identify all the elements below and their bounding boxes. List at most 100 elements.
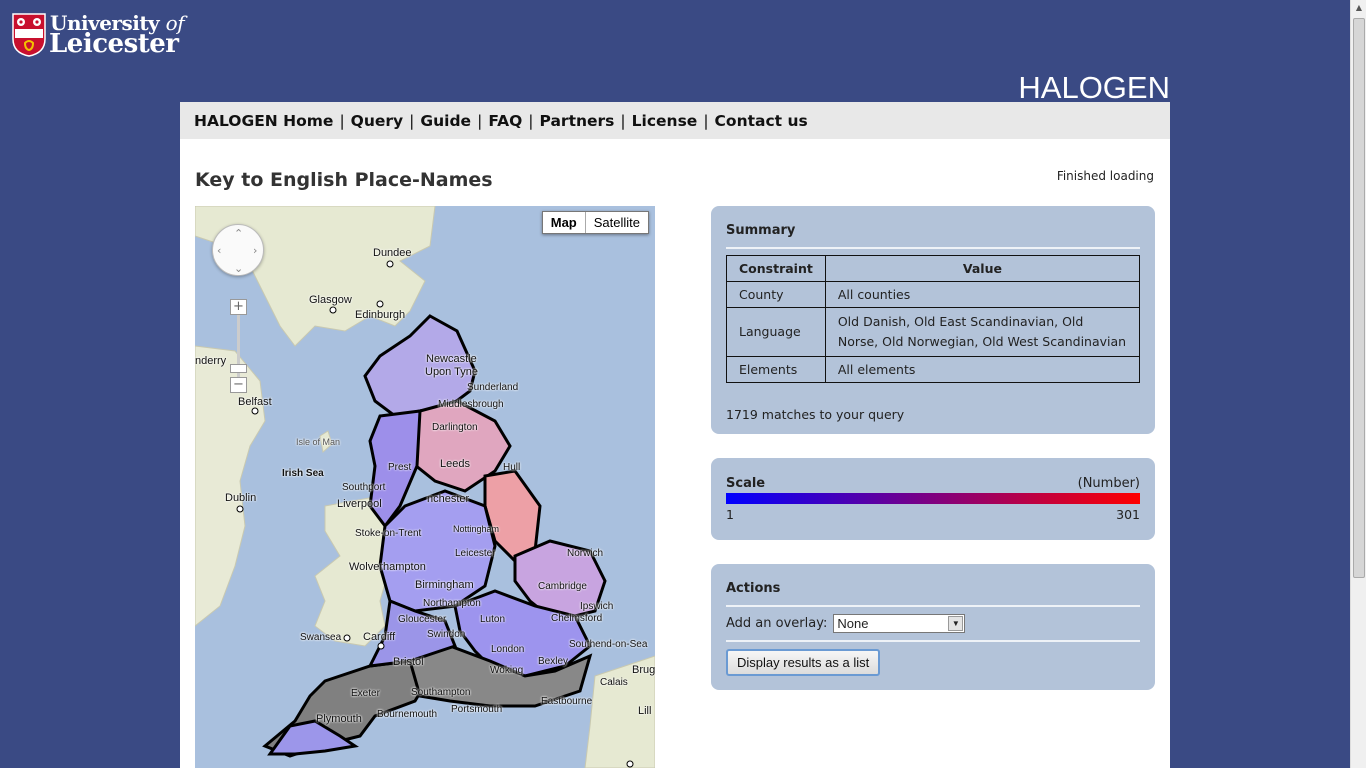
map-label-southport: Southport (342, 482, 386, 493)
nav-home[interactable]: HALOGEN Home (194, 112, 333, 130)
table-row: Language Old Danish, Old East Scandinavi… (726, 307, 1141, 357)
city-marker-swansea (343, 634, 351, 642)
city-marker-belfast (251, 407, 259, 415)
zoom-slider-track[interactable] (237, 314, 240, 386)
nav-license[interactable]: License (632, 112, 698, 130)
map-label-london: London (491, 644, 525, 655)
value-cell: All counties (824, 281, 1141, 308)
nav-faq[interactable]: FAQ (488, 112, 522, 130)
map-type-map-button[interactable]: Map (543, 212, 586, 233)
map-label-leicester: Leicester (455, 548, 496, 559)
map-label-swansea: Swansea (300, 632, 342, 643)
map-label-londonderry: nderry (195, 355, 227, 367)
city-marker-glasgow (329, 306, 337, 314)
nav-guide[interactable]: Guide (420, 112, 471, 130)
map-label-upon-tyne: Upon Tyne (425, 366, 479, 378)
map-label-stoke: Stoke-on-Trent (355, 528, 422, 539)
nav-partners[interactable]: Partners (540, 112, 615, 130)
city-marker-dublin (236, 505, 244, 513)
map-label-belfast: Belfast (238, 396, 272, 408)
city-marker-lille (626, 760, 634, 768)
map-label-plymouth: Plymouth (316, 713, 362, 725)
actions-box: Actions Add an overlay: None ▼ Display r… (711, 564, 1155, 690)
scale-heading: Scale (726, 476, 766, 491)
map-type-satellite-button[interactable]: Satellite (586, 212, 648, 233)
map-label-lille: Lill (638, 705, 652, 717)
logo-leicester-text: Leicester (49, 29, 179, 59)
map-label-bexley: Bexley (538, 656, 569, 667)
map-label-southampton: Southampton (411, 687, 471, 698)
map-label-bournemouth: Bournemouth (377, 709, 438, 720)
scrollbar-thumb[interactable] (1353, 18, 1365, 578)
map-label-cardiff: Cardiff (363, 631, 396, 643)
map-label-portsmouth: Portsmouth (451, 704, 503, 715)
constraints-table: Constraint Value County All counties Lan… (726, 255, 1141, 383)
map-canvas[interactable] (195, 206, 655, 768)
value-cell: Old Danish, Old East Scandinavian, Old N… (824, 307, 1141, 357)
scroll-up-icon[interactable]: ▲ (1351, 0, 1366, 16)
loading-status: Finished loading (1056, 169, 1154, 183)
zoom-slider-handle[interactable] (230, 364, 247, 373)
site-title: HALOGEN (1018, 70, 1170, 105)
nav-contact[interactable]: Contact us (715, 112, 808, 130)
map-label-preston: Prest (388, 462, 412, 473)
scale-unit: (Number) (1077, 476, 1140, 491)
pan-down-icon[interactable]: ⌄ (234, 262, 243, 275)
constraint-cell: County (726, 281, 826, 308)
city-marker-cardiff (377, 642, 385, 650)
map-view[interactable]: Dundee Glasgow Edinburgh nderry Newcastl… (195, 206, 655, 768)
map-label-chelmsford: Chelmsford (551, 613, 603, 624)
value-cell: All elements (824, 356, 1141, 383)
pan-right-icon[interactable]: › (253, 244, 257, 257)
zoom-in-button[interactable]: + (230, 299, 247, 315)
overlay-label: Add an overlay: (726, 616, 828, 631)
nav-query[interactable]: Query (351, 112, 403, 130)
display-list-button[interactable]: Display results as a list (726, 649, 881, 676)
column-header-value: Value (824, 255, 1141, 282)
overlay-select-value: None (837, 616, 869, 631)
map-label-darlington: Darlington (432, 422, 478, 433)
nav-separator: | (477, 111, 483, 130)
scale-box: Scale (Number) 1 301 (711, 458, 1155, 540)
nav-bar: HALOGEN Home | Query | Guide | FAQ | Par… (180, 102, 1170, 139)
crest-icon (12, 13, 46, 57)
scale-min: 1 (726, 507, 734, 522)
constraint-cell: Elements (726, 356, 826, 383)
map-label-hull: Hull (503, 462, 521, 473)
summary-heading: Summary (726, 206, 1140, 249)
map-label-glasgow: Glasgow (309, 294, 352, 306)
map-label-nottingham: Nottingham (453, 524, 500, 534)
summary-box: Summary Constraint Value County All coun… (711, 206, 1155, 434)
pan-up-icon[interactable]: ⌃ (234, 227, 243, 240)
map-label-wolverhampton: Wolverhampton (349, 561, 426, 573)
map-label-dublin: Dublin (225, 492, 257, 504)
zoom-out-button[interactable]: − (230, 377, 247, 393)
map-label-leeds: Leeds (440, 458, 470, 470)
map-label-luton: Luton (480, 614, 506, 625)
scale-max: 301 (1116, 507, 1140, 522)
city-marker-dundee (386, 260, 394, 268)
map-label-middlesbrough: Middlesbrough (438, 399, 504, 410)
nav-separator: | (339, 111, 345, 130)
map-label-norwich: Norwich (567, 548, 604, 559)
nav-separator: | (409, 111, 415, 130)
map-label-woking: Woking (490, 665, 524, 676)
map-label-cambridge: Cambridge (538, 581, 587, 592)
page-scrollbar[interactable]: ▲ (1350, 0, 1366, 768)
map-label-irish-sea: Irish Sea (282, 468, 324, 479)
page-title: Key to English Place-Names (195, 169, 493, 191)
main-panel: HALOGEN Home | Query | Guide | FAQ | Par… (180, 102, 1170, 768)
university-logo[interactable]: University of Leicester (12, 11, 192, 59)
scale-gradient (726, 493, 1140, 504)
table-row: County All counties (726, 281, 1141, 308)
overlay-select[interactable]: None ▼ (833, 614, 966, 633)
constraint-cell: Language (726, 307, 826, 357)
city-marker-edinburgh (376, 300, 384, 308)
map-label-bristol: Bristol (393, 656, 424, 668)
nav-separator: | (703, 111, 709, 130)
dropdown-arrow-icon[interactable]: ▼ (948, 616, 964, 631)
pan-control[interactable]: ⌃ ⌄ ‹ › (212, 224, 264, 276)
pan-left-icon[interactable]: ‹ (217, 244, 221, 257)
nav-separator: | (528, 111, 534, 130)
map-label-bruges: Brug (632, 664, 655, 676)
